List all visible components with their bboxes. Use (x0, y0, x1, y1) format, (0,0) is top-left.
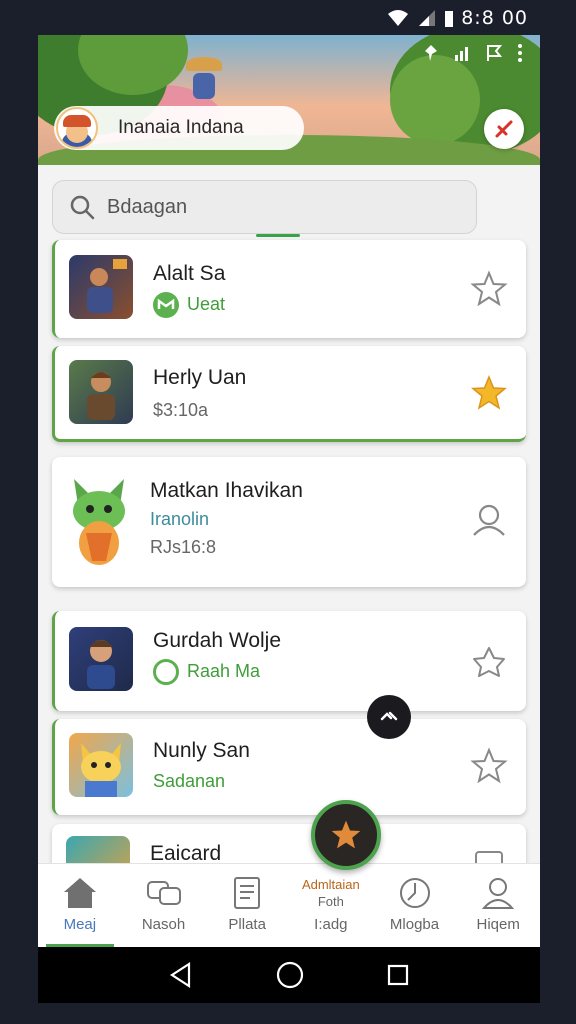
item-subtitle: Iranolin (150, 509, 210, 529)
nav-label: Pllata (228, 916, 266, 933)
item-title: Alalt Sa (153, 262, 226, 285)
clock: 8:8 00 (461, 7, 528, 29)
back-icon[interactable] (169, 962, 193, 988)
search-indicator (256, 234, 300, 237)
nav-item-profile[interactable]: Hiqem (456, 864, 540, 947)
profile-chip[interactable]: Inanaia Indana (54, 106, 304, 150)
star-filled-icon[interactable] (470, 374, 508, 412)
profile-icon (481, 878, 515, 909)
system-navigation-bar (38, 947, 540, 1003)
game-thumbnail (69, 255, 133, 319)
game-thumbnail (69, 733, 133, 797)
mascot-thumbnail (62, 471, 136, 571)
nav-item-explore[interactable]: Mlogba (373, 864, 457, 947)
link-icon (380, 711, 398, 721)
bottom-navigation: Meaj Nasoh Pllata Admltaian Foth I:adg Ml… (38, 863, 540, 947)
search-input[interactable]: Bdaagan (107, 196, 187, 219)
item-subtitle: Raah Ma (153, 659, 260, 685)
signal-bars-icon (455, 47, 468, 61)
flag-icon (487, 45, 502, 61)
compass-icon (399, 878, 430, 908)
nav-item-center[interactable]: Admltaian Foth I:adg (289, 864, 373, 947)
battery-icon (445, 11, 454, 27)
search-icon (70, 195, 95, 220)
item-title: Herly Uan (153, 366, 247, 389)
item-subtitle: Sadanan (153, 771, 226, 791)
signal-icon (419, 10, 436, 26)
recents-icon[interactable] (387, 964, 409, 986)
avatar (56, 107, 98, 149)
nav-center-caption: Admltaian Foth (301, 877, 360, 909)
chat-icon (146, 881, 181, 905)
nav-item-home[interactable]: Meaj (38, 864, 122, 947)
item-subtitle: Ueat (153, 292, 225, 318)
list-item[interactable]: Matkan Ihavikan Iranolin RJs16:8 (52, 457, 526, 587)
home-button-icon[interactable] (276, 961, 304, 989)
nav-label: I:adg (314, 916, 348, 933)
item-detail: RJs16:8 (150, 537, 217, 557)
nav-item-documents[interactable]: Pllata (205, 864, 289, 947)
star-fab-icon (331, 820, 361, 849)
star-outline-icon[interactable] (470, 643, 508, 681)
nav-label: Hiqem (476, 916, 520, 933)
badge-icon (153, 292, 179, 318)
header-status-icons (422, 43, 524, 63)
document-icon (234, 877, 261, 909)
nav-label: Nasoh (141, 916, 186, 933)
wifi-icon (388, 10, 409, 26)
nav-item-chat[interactable]: Nasoh (122, 864, 206, 947)
star-fab-button[interactable] (311, 800, 381, 870)
nav-label: Mlogba (389, 916, 440, 933)
item-subtitle: $3:10a (153, 400, 209, 420)
collapse-button[interactable] (367, 695, 411, 739)
app-screen: Inanaia Indana Bdaagan Alalt Sa Ueat Her… (38, 35, 540, 1003)
profile-name: Inanaia Indana (118, 117, 244, 138)
game-thumbnail (69, 360, 133, 424)
item-title: Matkan Ihavikan (150, 479, 303, 502)
list-item[interactable]: Herly Uan $3:10a (52, 346, 526, 442)
list-item[interactable]: Nunly San Sadanan (52, 719, 526, 815)
item-title: Nunly San (153, 739, 250, 762)
item-title: Gurdah Wolje (153, 629, 282, 652)
game-thumbnail (69, 627, 133, 691)
status-bar: 8:8 00 (0, 0, 576, 36)
chat-badge-icon (153, 659, 179, 685)
search-bar[interactable]: Bdaagan (52, 180, 477, 234)
close-button[interactable] (484, 109, 524, 149)
list-item[interactable]: Gurdah Wolje Raah Ma (52, 611, 526, 711)
star-outline-icon[interactable] (470, 747, 508, 785)
character-illustration (186, 57, 222, 101)
home-icon (63, 878, 96, 908)
header-banner: Inanaia Indana (38, 35, 540, 165)
list-item[interactable]: Alalt Sa Ueat (52, 240, 526, 338)
nav-label: Meaj (63, 916, 97, 933)
more-vert-icon[interactable] (516, 43, 524, 63)
star-outline-icon[interactable] (470, 270, 508, 308)
close-icon (495, 120, 513, 138)
pin-icon (425, 45, 437, 61)
person-icon[interactable] (470, 501, 508, 539)
